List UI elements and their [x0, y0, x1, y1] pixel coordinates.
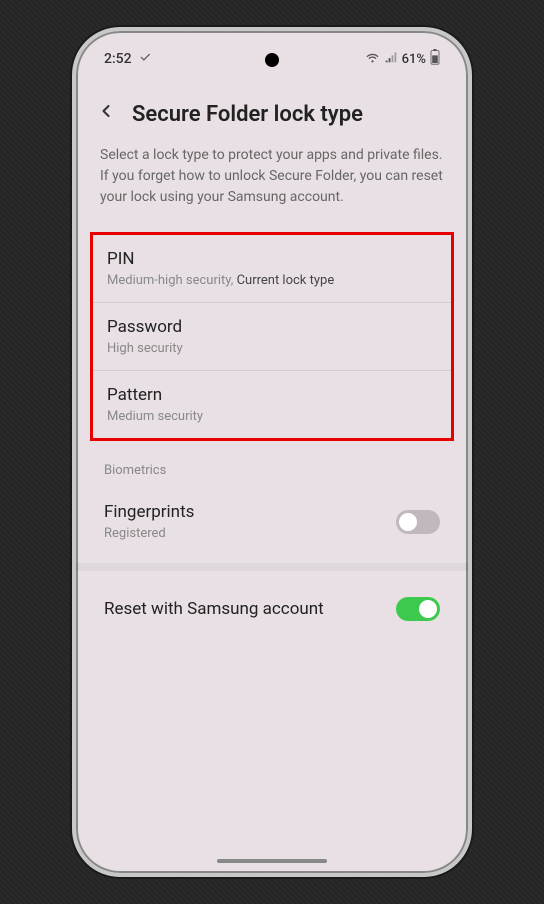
back-icon[interactable] [96, 101, 116, 127]
option-subtitle: Medium-high security, Current lock type [107, 273, 437, 288]
row-title: Reset with Samsung account [104, 599, 324, 619]
lock-option-pattern[interactable]: Pattern Medium security [93, 371, 451, 438]
reset-samsung-row[interactable]: Reset with Samsung account [76, 579, 468, 639]
option-title: PIN [107, 249, 437, 269]
fingerprints-toggle[interactable] [396, 510, 440, 534]
page-title: Secure Folder lock type [132, 102, 363, 127]
battery-icon [430, 49, 440, 69]
reset-samsung-toggle[interactable] [396, 597, 440, 621]
row-subtitle: Registered [104, 526, 396, 541]
notification-icon [138, 50, 152, 68]
option-title: Password [107, 317, 437, 337]
lock-option-password[interactable]: Password High security [93, 303, 451, 371]
section-divider [76, 563, 468, 571]
camera-cutout [265, 53, 279, 67]
option-title: Pattern [107, 385, 437, 405]
option-subtitle: High security [107, 341, 437, 356]
description-text: Select a lock type to protect your apps … [76, 145, 468, 232]
fingerprints-row[interactable]: Fingerprints Registered [76, 488, 468, 555]
phone-frame: 2:52 61% [72, 27, 472, 877]
home-indicator[interactable] [217, 859, 327, 863]
option-subtitle: Medium security [107, 409, 437, 424]
wifi-icon [365, 50, 380, 69]
battery-percent: 61% [402, 52, 426, 67]
lock-option-pin[interactable]: PIN Medium-high security, Current lock t… [93, 235, 451, 303]
row-title: Fingerprints [104, 502, 396, 522]
biometrics-section-label: Biometrics [76, 441, 468, 488]
status-time: 2:52 [104, 51, 132, 67]
highlighted-options: PIN Medium-high security, Current lock t… [90, 232, 454, 441]
header: Secure Folder lock type [76, 77, 468, 145]
signal-icon [384, 50, 398, 68]
